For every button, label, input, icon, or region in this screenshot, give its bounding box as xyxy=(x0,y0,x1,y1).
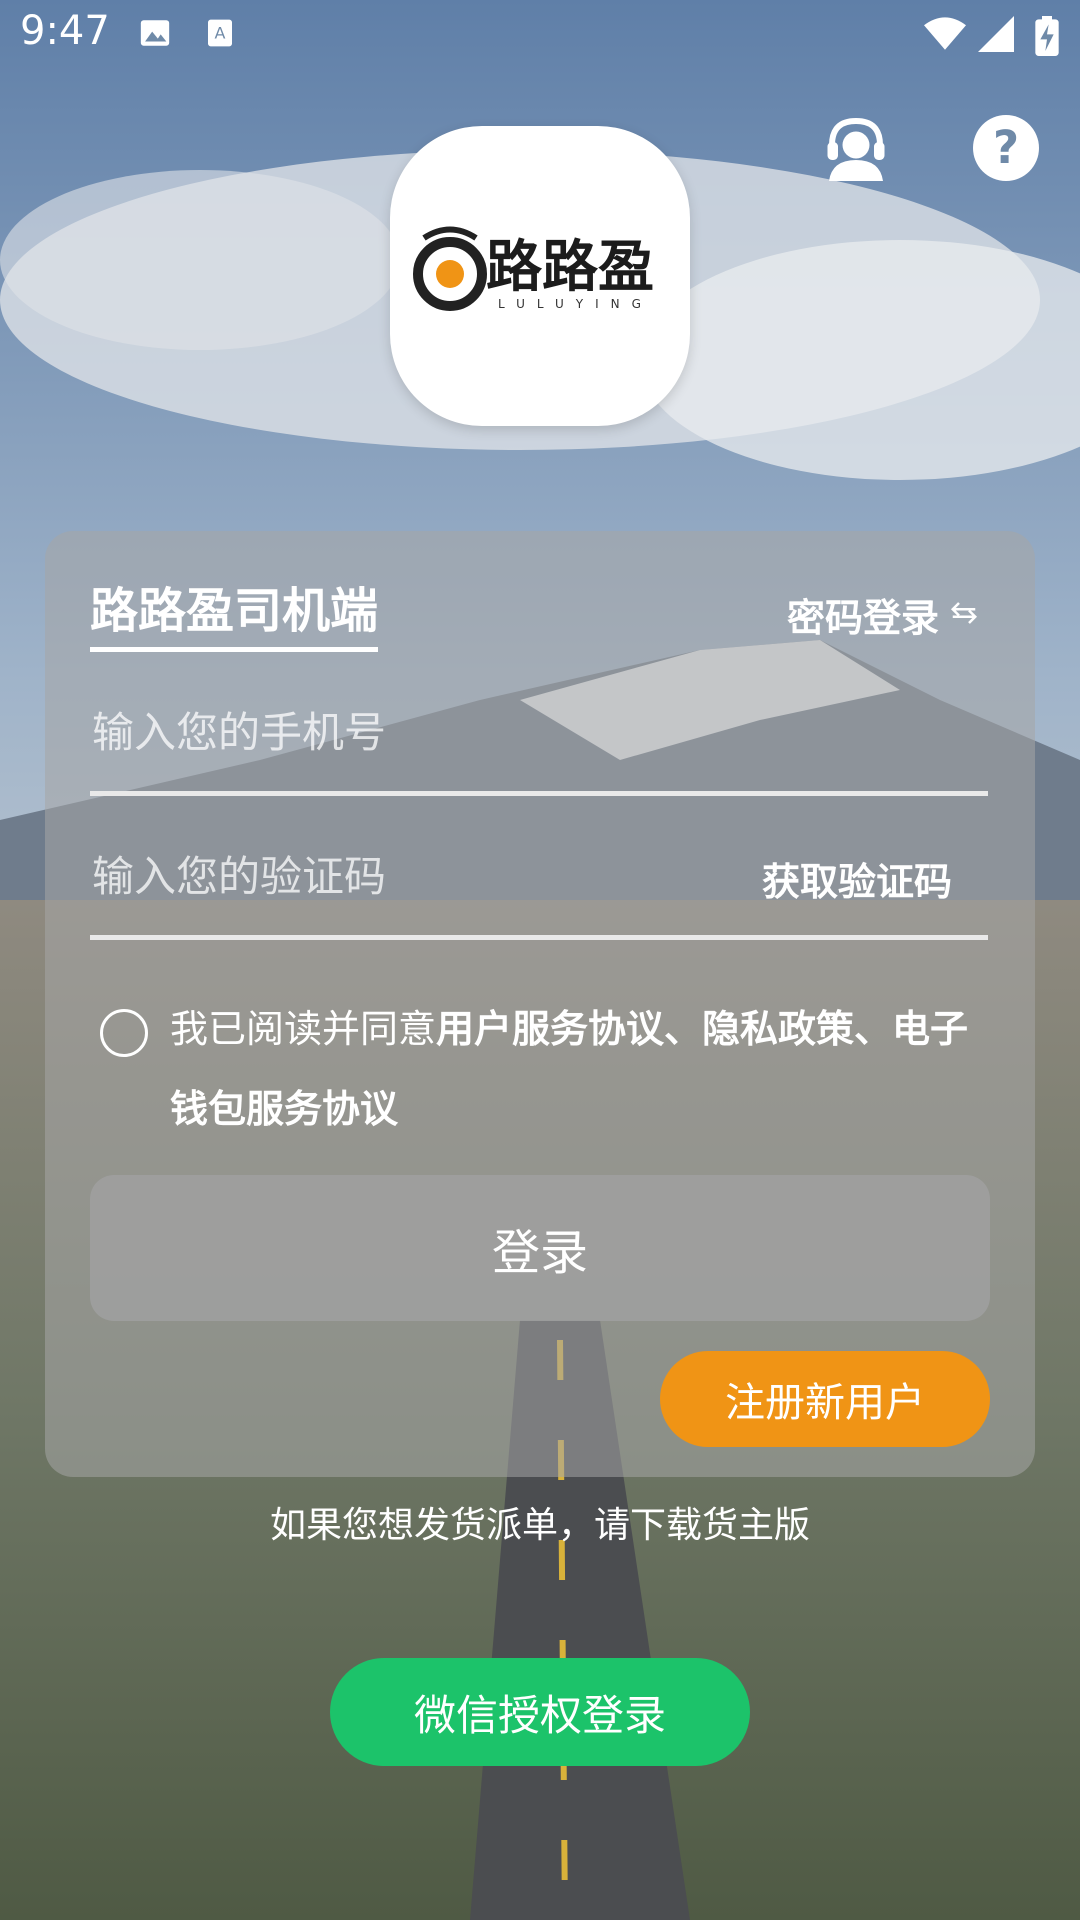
shipper-hint-text: 如果您想发货派单，请下载货主版 xyxy=(269,1505,810,1546)
help-icon[interactable]: ? xyxy=(970,112,1042,184)
agreement-prefix: 我已阅读并同意 xyxy=(170,1007,437,1051)
signal-icon xyxy=(978,16,1014,56)
phone-input[interactable] xyxy=(90,691,734,773)
get-code-button[interactable]: 获取验证码 xyxy=(762,851,952,906)
login-button[interactable]: 登录 xyxy=(90,1175,990,1321)
code-field: 获取验证码 xyxy=(90,815,988,940)
verification-code-input[interactable] xyxy=(90,835,734,917)
register-button[interactable]: 注册新用户 xyxy=(660,1351,990,1447)
status-time: 9:47 xyxy=(20,8,110,54)
wifi-icon xyxy=(924,16,966,56)
logo-brand-en: LULUYING xyxy=(498,297,653,311)
gallery-icon xyxy=(138,16,172,54)
agree-checkbox[interactable] xyxy=(100,1009,148,1057)
battery-charging-icon xyxy=(1034,16,1060,60)
logo-brand-text: 路路盈 xyxy=(486,235,654,300)
customer-service-icon[interactable] xyxy=(820,112,892,184)
svg-text:?: ? xyxy=(993,121,1019,174)
svg-text:A: A xyxy=(215,23,226,42)
login-card: 路路盈司机端 密码登录 获取验证码 我已阅读并同意用户服务协议、隐私政策、电子钱… xyxy=(45,531,1035,1477)
card-title: 路路盈司机端 xyxy=(90,571,379,652)
phone-field xyxy=(90,671,988,796)
password-login-label: 密码登录 xyxy=(786,596,939,640)
keyboard-notification-icon: A xyxy=(204,16,236,54)
wechat-login-button[interactable]: 微信授权登录 xyxy=(330,1658,750,1766)
status-bar: 9:47 A xyxy=(0,0,1080,72)
swap-icon xyxy=(949,593,979,637)
app-logo: 路路盈 LULUYING xyxy=(390,126,690,426)
password-login-switch[interactable]: 密码登录 xyxy=(787,587,979,642)
